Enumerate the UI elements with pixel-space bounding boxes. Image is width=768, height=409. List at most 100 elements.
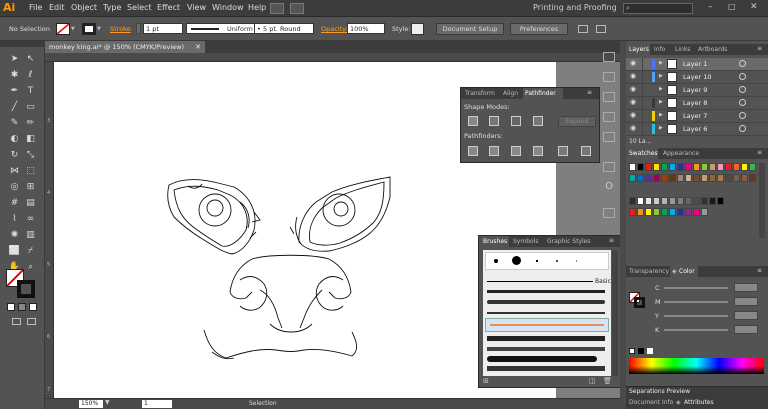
crop-icon[interactable] <box>533 146 543 156</box>
swatch[interactable] <box>637 197 644 205</box>
swatch[interactable] <box>653 197 660 205</box>
tab-artboards[interactable]: Artboards <box>698 46 727 53</box>
bridge-button[interactable] <box>270 3 284 14</box>
menu-help[interactable]: Help <box>248 3 266 12</box>
layer-row[interactable]: ◉ ▶ Layer 9 <box>626 84 768 97</box>
lock-toggle[interactable] <box>642 123 650 135</box>
menu-file[interactable]: File <box>29 3 42 12</box>
symbol-sprayer-icon[interactable]: ✺ <box>8 229 21 242</box>
target-circle-icon[interactable] <box>739 60 746 67</box>
brush-basic-line[interactable] <box>487 281 593 282</box>
visibility-eye-icon[interactable]: ◉ <box>630 98 636 106</box>
y-field[interactable] <box>734 311 758 320</box>
stroke-color-box[interactable] <box>17 280 35 298</box>
tab-separations-preview[interactable]: Separations Preview <box>629 388 690 395</box>
m-slider[interactable] <box>664 301 728 303</box>
swatch[interactable] <box>661 163 668 171</box>
swatch[interactable] <box>677 174 684 182</box>
selection-tool-icon[interactable]: ➤ <box>8 53 21 66</box>
tab-brushes[interactable]: Brushes <box>483 238 507 245</box>
style-swatch[interactable] <box>411 23 424 35</box>
swatch[interactable] <box>645 163 652 171</box>
panel-menu-icon[interactable]: ≡ <box>757 149 762 156</box>
brushes-scrollbar[interactable] <box>612 250 618 376</box>
swatch[interactable] <box>685 197 692 205</box>
swatch[interactable] <box>653 208 660 216</box>
intersect-icon[interactable] <box>511 116 521 126</box>
stroke-swatch[interactable] <box>82 23 96 35</box>
brush-definition[interactable]: • 5 pt. Round <box>254 23 314 34</box>
menu-type[interactable]: Type <box>103 3 121 12</box>
scale-tool-icon[interactable]: ⤡ <box>24 149 37 162</box>
zoom-field[interactable]: 150% <box>79 400 103 408</box>
panel-menu-icon[interactable]: ≡ <box>757 45 762 52</box>
swatch[interactable] <box>693 208 700 216</box>
swatch[interactable] <box>685 163 692 171</box>
c-field[interactable] <box>734 283 758 292</box>
new-brush-icon[interactable]: ◫ <box>589 377 596 385</box>
color-black-swatch[interactable] <box>638 348 644 354</box>
shape-builder-icon[interactable]: ◎ <box>8 181 21 194</box>
rectangle-tool-icon[interactable]: ▭ <box>24 101 37 114</box>
swatch[interactable] <box>645 197 652 205</box>
opacity-field[interactable]: 100% <box>347 23 385 34</box>
swatch[interactable] <box>749 174 756 182</box>
brush-libraries-icon[interactable]: ⊞ <box>483 377 489 385</box>
lock-toggle[interactable] <box>642 110 650 122</box>
search-input[interactable]: ⌕ <box>623 3 693 14</box>
pen-tool-icon[interactable]: ✒ <box>8 85 21 98</box>
panel-menu-icon[interactable]: ≡ <box>757 267 762 274</box>
color-mode-icon[interactable]: ◈ <box>672 268 677 275</box>
arrange-documents-button[interactable] <box>290 3 304 14</box>
color-guide-icon[interactable] <box>603 52 615 62</box>
brush-selected-row[interactable] <box>485 318 609 332</box>
swatch[interactable] <box>725 163 732 171</box>
expand-arrow-icon[interactable]: ▶ <box>659 73 663 79</box>
swatch[interactable] <box>693 174 700 182</box>
m-field[interactable] <box>734 297 758 306</box>
close-tab-icon[interactable]: ✕ <box>195 41 201 53</box>
paintbrush-tool-icon[interactable]: ✎ <box>8 117 21 130</box>
trim-icon[interactable] <box>489 146 499 156</box>
panel-menu-icon[interactable]: ≡ <box>609 237 614 244</box>
swatch[interactable] <box>709 197 716 205</box>
brush-stroke[interactable] <box>487 312 605 314</box>
menu-edit[interactable]: Edit <box>49 3 65 12</box>
magic-wand-icon[interactable]: ✱ <box>8 69 21 82</box>
swatch[interactable] <box>661 208 668 216</box>
eyedropper-tool-icon[interactable]: ⌇ <box>8 213 21 226</box>
brush-stroke[interactable] <box>487 300 605 304</box>
swatch[interactable] <box>709 163 716 171</box>
swatch[interactable] <box>741 174 748 182</box>
zoom-tool-icon[interactable]: ⌕ <box>24 261 37 274</box>
swatch[interactable] <box>669 174 676 182</box>
swatch[interactable] <box>733 163 740 171</box>
document-tab[interactable]: monkey king.ai* @ 150% (CMYK/Preview) ✕ <box>45 41 205 53</box>
brush-stroke[interactable] <box>487 336 605 341</box>
swatch[interactable] <box>677 197 684 205</box>
horizontal-ruler[interactable] <box>45 53 620 62</box>
expand-button[interactable]: Expand <box>558 116 596 127</box>
visibility-eye-icon[interactable]: ◉ <box>630 124 636 132</box>
expand-arrow-icon[interactable]: ▶ <box>659 99 663 105</box>
minimize-icon[interactable]: – <box>708 2 713 12</box>
layer-row[interactable]: ◉ ▶ Layer 10 <box>626 71 768 84</box>
swatch[interactable] <box>669 208 676 216</box>
swatch[interactable] <box>637 174 644 182</box>
swatch[interactable] <box>661 174 668 182</box>
panel-menu-icon[interactable]: ≡ <box>587 89 592 96</box>
swatch[interactable] <box>653 174 660 182</box>
swatch[interactable] <box>669 163 676 171</box>
stroke-dropdown-icon[interactable]: ▼ <box>97 26 101 32</box>
divide-icon[interactable] <box>468 146 478 156</box>
swatch[interactable] <box>629 174 636 182</box>
unite-icon[interactable] <box>468 116 478 126</box>
expand-arrow-icon[interactable]: ▶ <box>659 60 663 66</box>
visibility-eye-icon[interactable]: ◉ <box>630 59 636 67</box>
lock-toggle[interactable] <box>642 97 650 109</box>
menu-select[interactable]: Select <box>127 3 152 12</box>
swatch[interactable] <box>661 197 668 205</box>
free-transform-icon[interactable]: ⬚ <box>24 165 37 178</box>
swatch[interactable] <box>629 163 636 171</box>
arrange-icon[interactable] <box>578 25 588 33</box>
